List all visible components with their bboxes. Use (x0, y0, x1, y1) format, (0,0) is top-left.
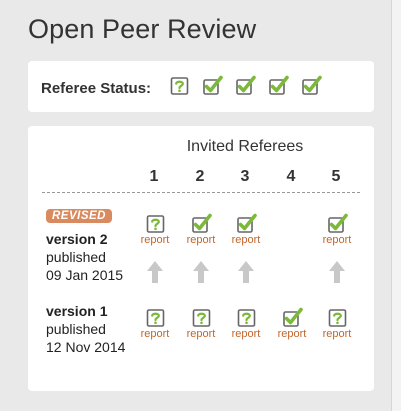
version-1-info: version 1 published 12 Nov 2014 (46, 302, 125, 356)
report-link[interactable]: report (222, 328, 270, 340)
report-link[interactable]: report (313, 328, 361, 340)
report-v1-ref3[interactable]: report (222, 307, 270, 340)
question-icon (236, 308, 256, 328)
version-2-info: version 2 published 09 Jan 2015 (46, 230, 123, 284)
report-link[interactable]: report (268, 328, 316, 340)
scrollbar-edge (391, 0, 401, 411)
approved-check-icon (202, 75, 223, 96)
referee-number: 5 (331, 168, 341, 185)
referee-number: 2 (195, 168, 205, 185)
referee-number: 4 (286, 168, 296, 185)
revised-badge: REVISED (46, 209, 112, 223)
report-v1-ref4[interactable]: report (268, 307, 316, 340)
version-name[interactable]: version 2 (46, 230, 123, 248)
arrow-up-icon (193, 261, 209, 283)
report-v1-ref2[interactable]: report (177, 307, 225, 340)
version-name[interactable]: version 1 (46, 302, 125, 320)
invited-referees-card: Invited Referees 1 2 3 4 5 REVISED versi… (28, 126, 374, 391)
report-link[interactable]: report (131, 234, 179, 246)
page-title: Open Peer Review (28, 14, 257, 44)
report-v2-ref1[interactable]: report (131, 213, 179, 246)
report-link[interactable]: report (313, 234, 361, 246)
arrow-up-icon (329, 261, 345, 283)
version-published-label: published (46, 321, 106, 337)
report-v2-ref2[interactable]: report (177, 213, 225, 246)
question-icon (145, 308, 165, 328)
referee-status-icons (169, 75, 322, 96)
approved-check-icon (268, 75, 289, 96)
approved-check-icon (281, 307, 303, 328)
approved-check-icon (235, 213, 257, 234)
report-link[interactable]: report (177, 328, 225, 340)
version-date: 12 Nov 2014 (46, 339, 126, 355)
question-icon (327, 308, 347, 328)
report-link[interactable]: report (131, 328, 179, 340)
version-date: 09 Jan 2015 (46, 267, 124, 283)
report-link[interactable]: report (177, 234, 225, 246)
question-icon (191, 308, 211, 328)
report-v1-ref1[interactable]: report (131, 307, 179, 340)
report-v2-ref5[interactable]: report (313, 213, 361, 246)
referee-status-card: Referee Status: (28, 61, 374, 112)
report-link[interactable]: report (222, 234, 270, 246)
report-v1-ref5[interactable]: report (313, 307, 361, 340)
approved-check-icon (235, 75, 256, 96)
question-icon (145, 214, 165, 234)
referee-number: 3 (240, 168, 250, 185)
approved-check-icon (301, 75, 322, 96)
referee-status-label: Referee Status: (41, 80, 152, 97)
question-icon (170, 76, 189, 96)
approved-check-icon (190, 213, 212, 234)
arrow-up-icon (238, 261, 254, 283)
invited-referees-heading: Invited Referees (186, 138, 304, 155)
version-published-label: published (46, 249, 106, 265)
arrow-up-icon (147, 261, 163, 283)
approved-check-icon (326, 213, 348, 234)
divider (42, 192, 360, 193)
report-v2-ref3[interactable]: report (222, 213, 270, 246)
referee-number: 1 (149, 168, 159, 185)
open-peer-review-panel: Open Peer Review Referee Status: Invited… (0, 0, 391, 411)
